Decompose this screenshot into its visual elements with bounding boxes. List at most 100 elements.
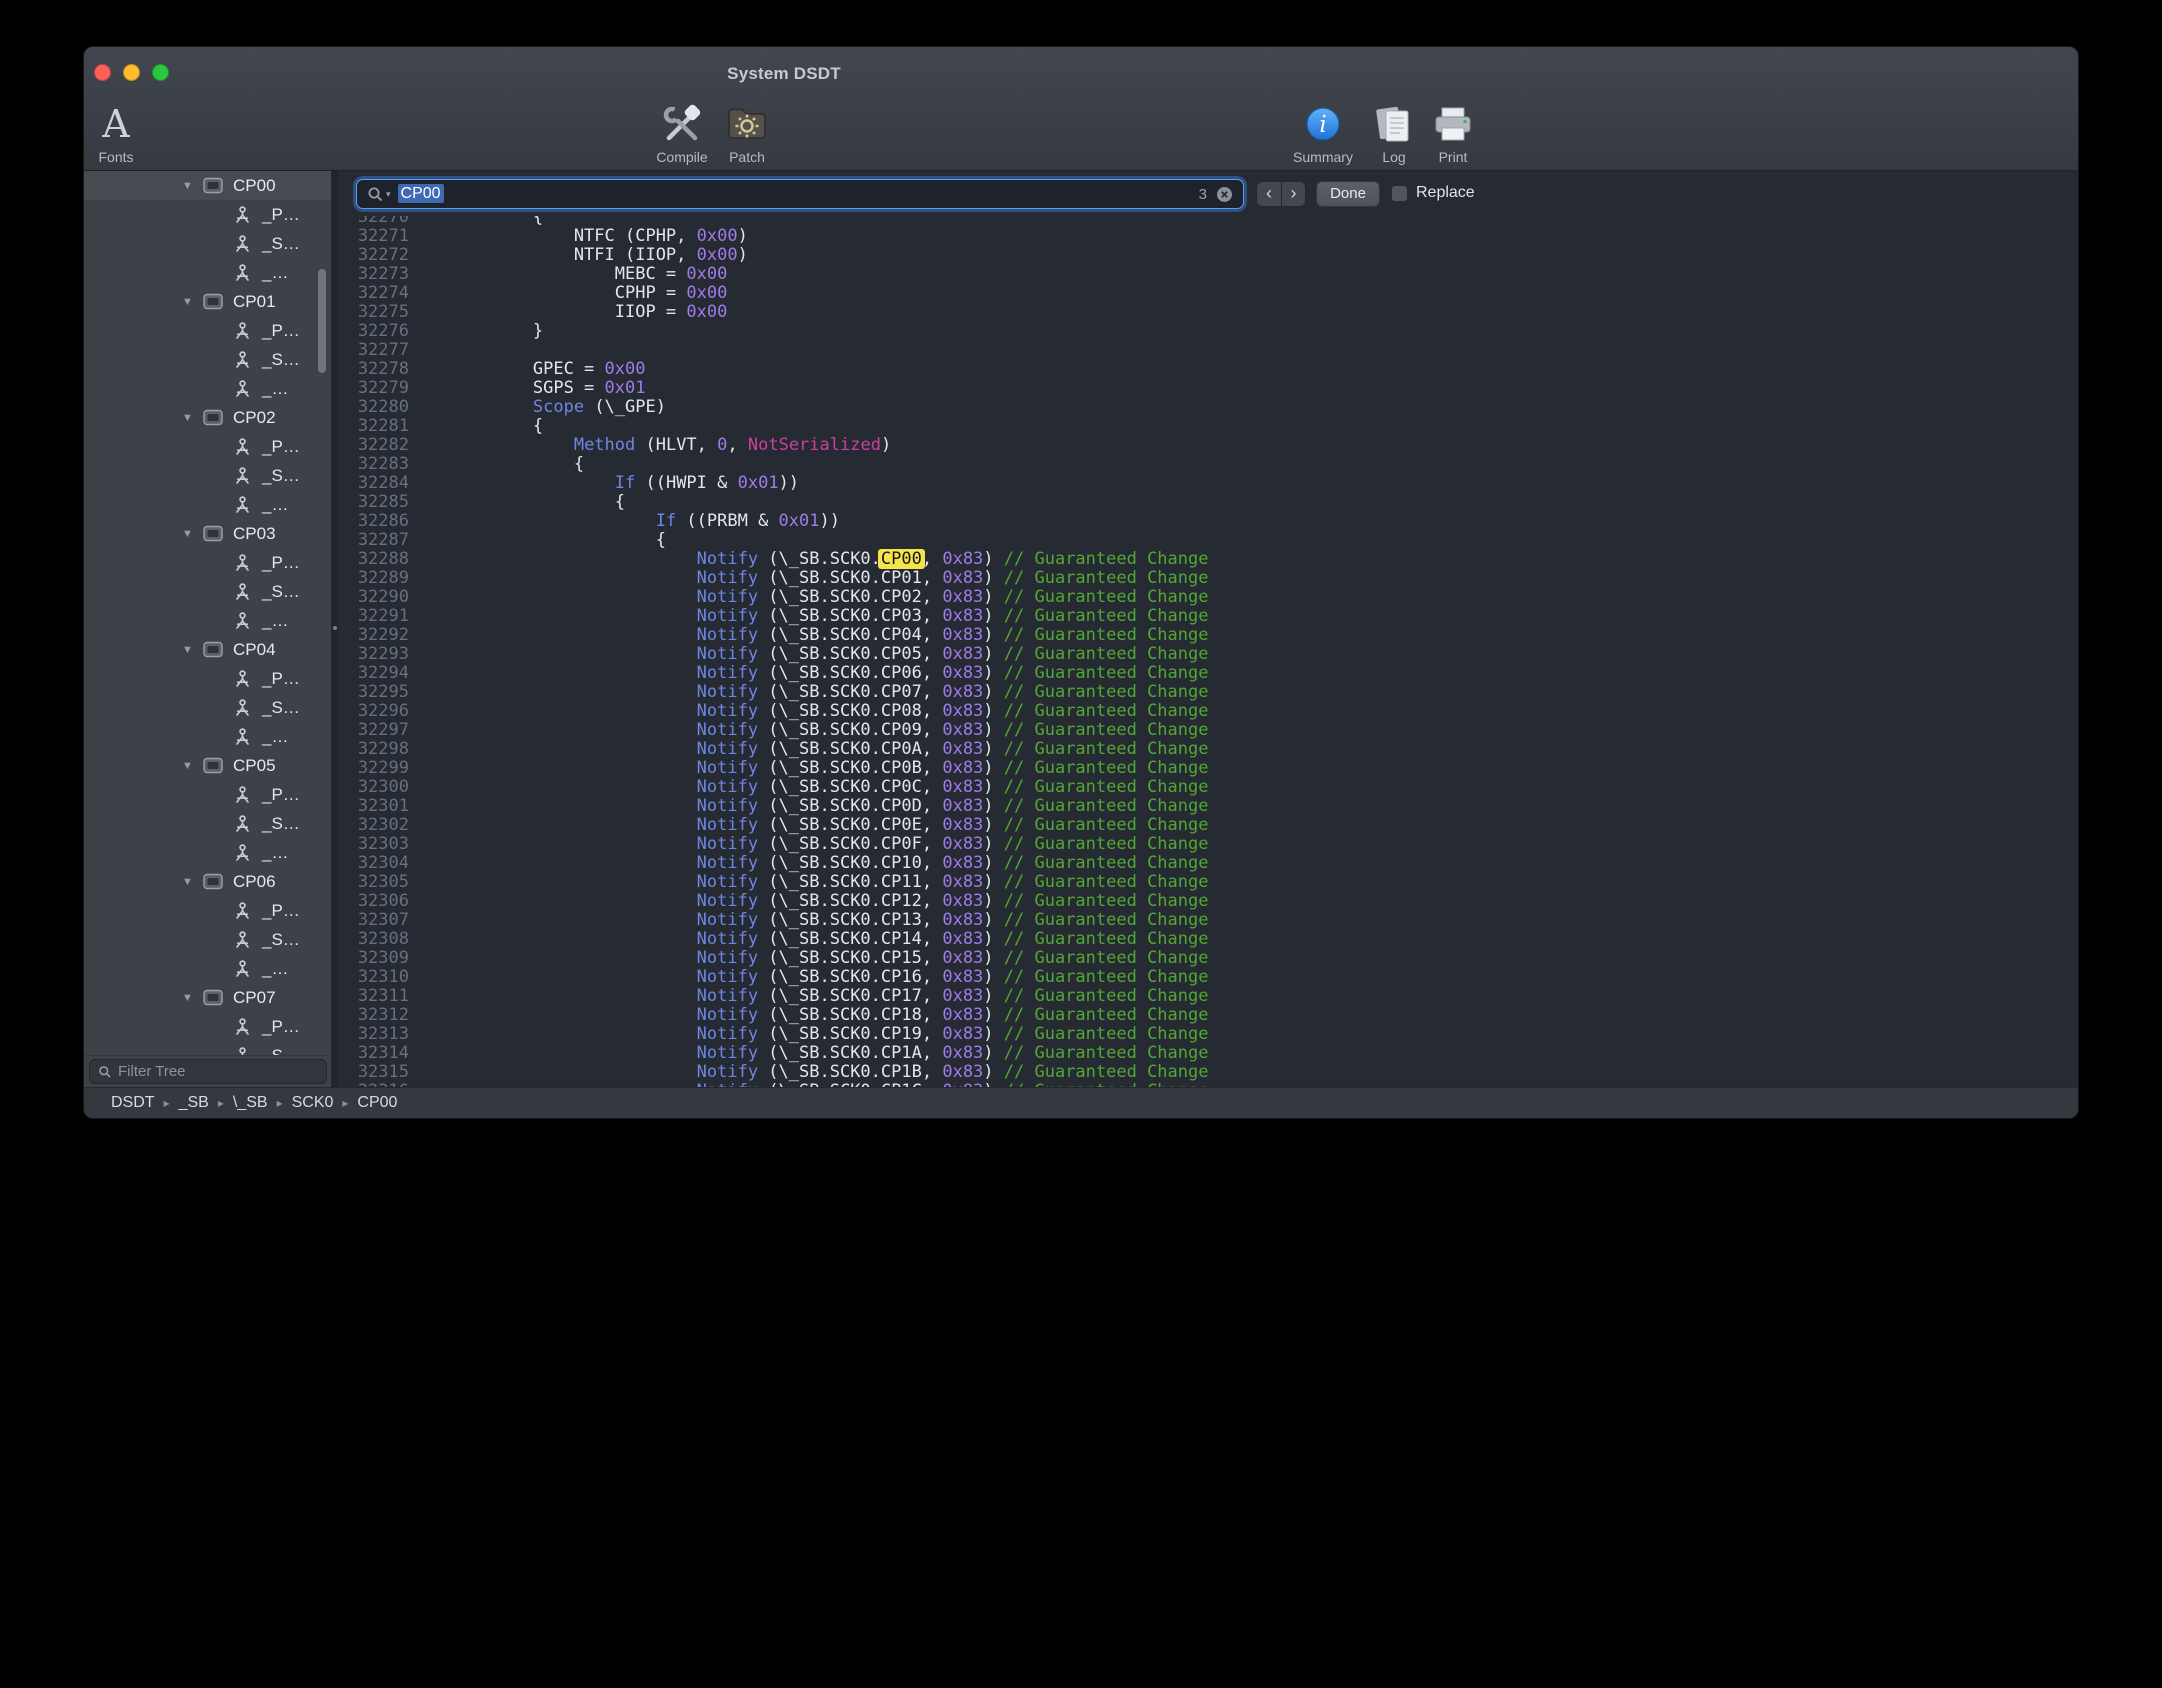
tree-item[interactable]: _S…	[84, 925, 331, 954]
minimize-button[interactable]	[123, 64, 140, 81]
line-number: 32315	[338, 1063, 409, 1082]
breadcrumb-item[interactable]: _SB	[179, 1094, 209, 1112]
disclosure-triangle-icon[interactable]: ▼	[182, 644, 202, 656]
tree-item[interactable]: _…	[84, 838, 331, 867]
code-text: {	[451, 454, 584, 474]
tree-item[interactable]: _S…	[84, 461, 331, 490]
method-icon	[231, 901, 253, 921]
toolbar-patch-button[interactable]: Patch	[699, 99, 795, 165]
code-text: Notify (\_SB.SCK0.CP18, 0x83) // Guarant…	[451, 1005, 1208, 1025]
tree-item[interactable]: _S…	[84, 229, 331, 258]
tree-item-label: CP00	[233, 176, 276, 196]
tree-item-label: CP02	[233, 408, 276, 428]
tree-item-cp07[interactable]: ▼ CP07	[84, 983, 331, 1012]
app-window: System DSDT A Fonts Compile	[83, 46, 2079, 1119]
tree-item-cp06[interactable]: ▼ CP06	[84, 867, 331, 896]
tree-item-label: _…	[262, 611, 288, 631]
fonts-icon: A	[102, 105, 129, 143]
tree-item[interactable]: _…	[84, 374, 331, 403]
filter-tree-input[interactable]	[118, 1063, 318, 1080]
tree-item-cp00[interactable]: ▼ CP00	[84, 171, 331, 200]
code-text: {	[451, 416, 543, 436]
find-search-field[interactable]: ▾ CP00 3	[356, 179, 1244, 209]
search-menu-chevron-icon[interactable]: ▾	[386, 189, 391, 200]
tree-item[interactable]: _…	[84, 258, 331, 287]
code-text: Notify (\_SB.SCK0.CP16, 0x83) // Guarant…	[451, 967, 1208, 987]
clear-search-icon[interactable]	[1216, 186, 1233, 203]
tree-item[interactable]: _…	[84, 954, 331, 983]
method-icon	[231, 582, 253, 602]
toolbar-fonts-button[interactable]: A Fonts	[83, 99, 164, 165]
code-editor[interactable]: 32270 {32271 NTFC (CPHP, 0x00)32272 NTFI…	[338, 216, 2078, 1087]
tree-item-cp04[interactable]: ▼ CP04	[84, 635, 331, 664]
tree-item[interactable]: _P…	[84, 664, 331, 693]
tree-item-cp02[interactable]: ▼ CP02	[84, 403, 331, 432]
device-icon	[202, 176, 224, 196]
tree-item[interactable]: _S…	[84, 1041, 331, 1055]
disclosure-triangle-icon[interactable]: ▼	[182, 992, 202, 1004]
tree-item[interactable]: _P…	[84, 1012, 331, 1041]
toolbar-print-button[interactable]: Print	[1405, 99, 1501, 165]
search-icon[interactable]	[367, 186, 384, 203]
tree-item[interactable]: _P…	[84, 896, 331, 925]
replace-checkbox[interactable]	[1391, 185, 1408, 202]
breadcrumb-item[interactable]: \_SB	[233, 1094, 268, 1112]
method-icon	[231, 611, 253, 631]
status-bar: DSDT▸_SB▸\_SB▸SCK0▸CP00	[84, 1087, 2078, 1118]
tree-item[interactable]: _S…	[84, 809, 331, 838]
line-number: 32276	[338, 322, 409, 341]
tree-item[interactable]: _P…	[84, 316, 331, 345]
code-text: Notify (\_SB.SCK0.CP17, 0x83) // Guarant…	[451, 986, 1208, 1006]
toolbar-fonts-label: Fonts	[83, 149, 164, 165]
code-line: 32271 NTFC (CPHP, 0x00)	[338, 227, 1208, 246]
tree-item-cp03[interactable]: ▼ CP03	[84, 519, 331, 548]
filter-tree-field[interactable]	[89, 1059, 327, 1084]
line-number: 32306	[338, 892, 409, 911]
tree-item[interactable]: _…	[84, 490, 331, 519]
tree-item[interactable]: _P…	[84, 780, 331, 809]
code-text: If ((PRBM & 0x01))	[451, 511, 840, 531]
tree-item[interactable]: _P…	[84, 548, 331, 577]
breadcrumb-item[interactable]: SCK0	[292, 1094, 334, 1112]
breadcrumb-item[interactable]: CP00	[357, 1094, 397, 1112]
find-bar: ▾ CP00 3 ‹ › Done Replace	[338, 171, 2078, 216]
code-line: 32287 {	[338, 531, 1208, 550]
disclosure-triangle-icon[interactable]: ▼	[182, 876, 202, 888]
sidebar-scrollbar-thumb[interactable]	[318, 269, 326, 373]
tree-item-label: _…	[262, 843, 288, 863]
device-icon	[202, 408, 224, 428]
disclosure-triangle-icon[interactable]: ▼	[182, 760, 202, 772]
code-text: IIOP = 0x00	[451, 302, 727, 322]
window-chrome: System DSDT A Fonts Compile	[84, 47, 2078, 171]
disclosure-triangle-icon[interactable]: ▼	[182, 412, 202, 424]
patch-folder-gear-icon	[699, 99, 795, 149]
tree-item[interactable]: _P…	[84, 200, 331, 229]
tree-item[interactable]: _S…	[84, 577, 331, 606]
code-line: 32302 Notify (\_SB.SCK0.CP0E, 0x83) // G…	[338, 816, 1208, 835]
tree-item[interactable]: _…	[84, 606, 331, 635]
tree-item[interactable]: _S…	[84, 693, 331, 722]
tree-item[interactable]: _…	[84, 722, 331, 751]
code-text: Notify (\_SB.SCK0.CP0B, 0x83) // Guarant…	[451, 758, 1208, 778]
code-line: 32274 CPHP = 0x00	[338, 284, 1208, 303]
line-number: 32285	[338, 493, 409, 512]
code-text: Notify (\_SB.SCK0.CP13, 0x83) // Guarant…	[451, 910, 1208, 930]
close-button[interactable]	[94, 64, 111, 81]
code-line: 32300 Notify (\_SB.SCK0.CP0C, 0x83) // G…	[338, 778, 1208, 797]
find-previous-button[interactable]: ‹	[1257, 182, 1281, 206]
zoom-button[interactable]	[152, 64, 169, 81]
code-text: SGPS = 0x01	[451, 378, 645, 398]
breadcrumb-item[interactable]: DSDT	[111, 1094, 155, 1112]
disclosure-triangle-icon[interactable]: ▼	[182, 180, 202, 192]
tree-item-cp01[interactable]: ▼ CP01	[84, 287, 331, 316]
done-button[interactable]: Done	[1316, 181, 1380, 207]
line-number: 32296	[338, 702, 409, 721]
tree-item-cp05[interactable]: ▼ CP05	[84, 751, 331, 780]
code-line: 32275 IIOP = 0x00	[338, 303, 1208, 322]
disclosure-triangle-icon[interactable]: ▼	[182, 296, 202, 308]
tree-item[interactable]: _S…	[84, 345, 331, 374]
find-next-button[interactable]: ›	[1281, 182, 1305, 206]
disclosure-triangle-icon[interactable]: ▼	[182, 528, 202, 540]
line-number: 32275	[338, 303, 409, 322]
tree-item[interactable]: _P…	[84, 432, 331, 461]
